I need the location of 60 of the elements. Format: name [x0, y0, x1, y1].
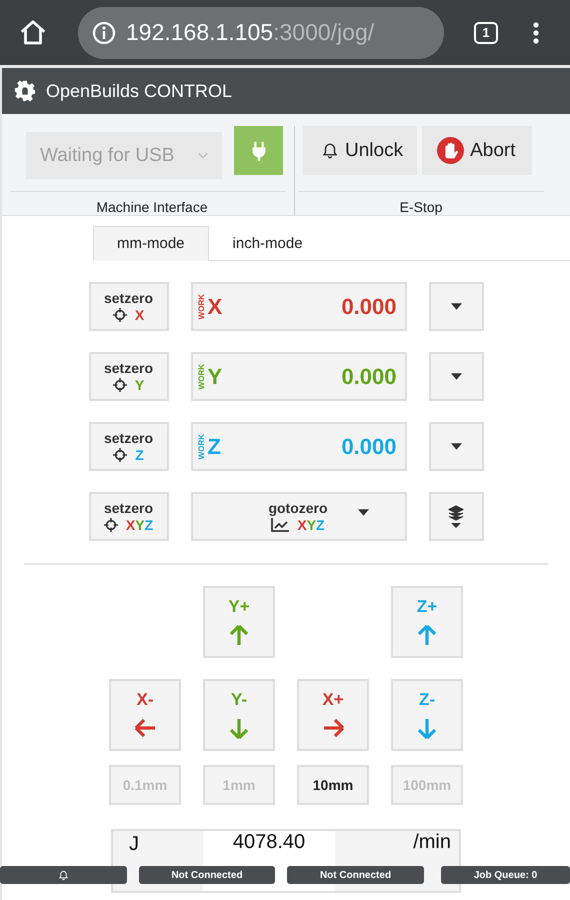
setzero-button[interactable]: setzero X [88, 282, 168, 331]
arrow-icon [133, 716, 157, 740]
gear-icon [14, 80, 36, 102]
arrow-icon [321, 716, 345, 740]
chart-icon [271, 518, 290, 532]
unlock-button[interactable]: Unlock [303, 126, 418, 175]
mode-tab[interactable]: mm-mode [93, 226, 209, 261]
setzero-all-button[interactable]: setzero XYZ [88, 492, 168, 541]
address-bar[interactable]: 192.168.1.105:3000/jog/ [78, 6, 444, 58]
work-label: WORK [196, 294, 206, 320]
chevron-icon [198, 152, 208, 160]
caret-icon [450, 373, 462, 380]
work-label: WORK [196, 434, 206, 460]
bell-icon [321, 140, 339, 160]
caret-icon [450, 443, 462, 450]
axis-menu-button[interactable] [428, 422, 484, 471]
info-icon [92, 20, 116, 44]
tab-count-button[interactable]: 1 [474, 22, 498, 44]
hand-icon [437, 137, 464, 164]
mode-tab[interactable]: inch-mode [208, 226, 327, 261]
position-value: 0.000 [341, 364, 396, 390]
arrow-icon [227, 716, 251, 740]
step-size-button[interactable]: 10mm [297, 765, 369, 805]
axis-letter: Z [208, 434, 221, 460]
notification-pill[interactable] [0, 866, 127, 884]
bell-icon [58, 870, 69, 880]
arrow-icon [415, 716, 439, 740]
app-title: OpenBuilds CONTROL [46, 80, 232, 102]
arrow-icon [415, 623, 439, 647]
axis-letter: X [208, 294, 222, 320]
crosshair-icon [104, 518, 118, 532]
layers-icon [448, 504, 464, 528]
position-value: 0.000 [341, 434, 396, 460]
axis-menu-button[interactable] [428, 282, 484, 331]
gotozero-button[interactable]: gotozero XYZ [190, 492, 406, 541]
status-pill: Not Connected [139, 866, 275, 884]
layers-button[interactable] [428, 492, 484, 541]
status-pill: Not Connected [287, 866, 424, 884]
work-label: WORK [196, 364, 206, 390]
setzero-button[interactable]: setzero Z [88, 422, 168, 471]
position-value: 0.000 [341, 294, 396, 320]
axis-letter: Y [208, 364, 222, 390]
status-pill: Job Queue: 0 [441, 866, 570, 884]
caret-icon [450, 303, 462, 310]
arrow-icon [227, 623, 251, 647]
url-text: 192.168.1.105:3000/jog/ [126, 19, 374, 46]
jog-button[interactable]: X- [109, 679, 181, 751]
crosshair-icon [113, 448, 128, 462]
home-icon[interactable] [18, 18, 48, 48]
abort-button[interactable]: Abort [422, 126, 532, 175]
connect-button[interactable] [234, 126, 283, 175]
axis-menu-button[interactable] [428, 352, 484, 401]
crosshair-icon [112, 308, 127, 322]
group-label: E-Stop [398, 198, 444, 215]
caret-icon [358, 509, 369, 516]
more-icon[interactable] [532, 20, 540, 44]
setzero-button[interactable]: setzero Y [88, 352, 168, 401]
group-label: Machine Interface [95, 198, 209, 215]
jog-button[interactable]: X+ [297, 679, 369, 751]
crosshair-icon [112, 378, 127, 392]
